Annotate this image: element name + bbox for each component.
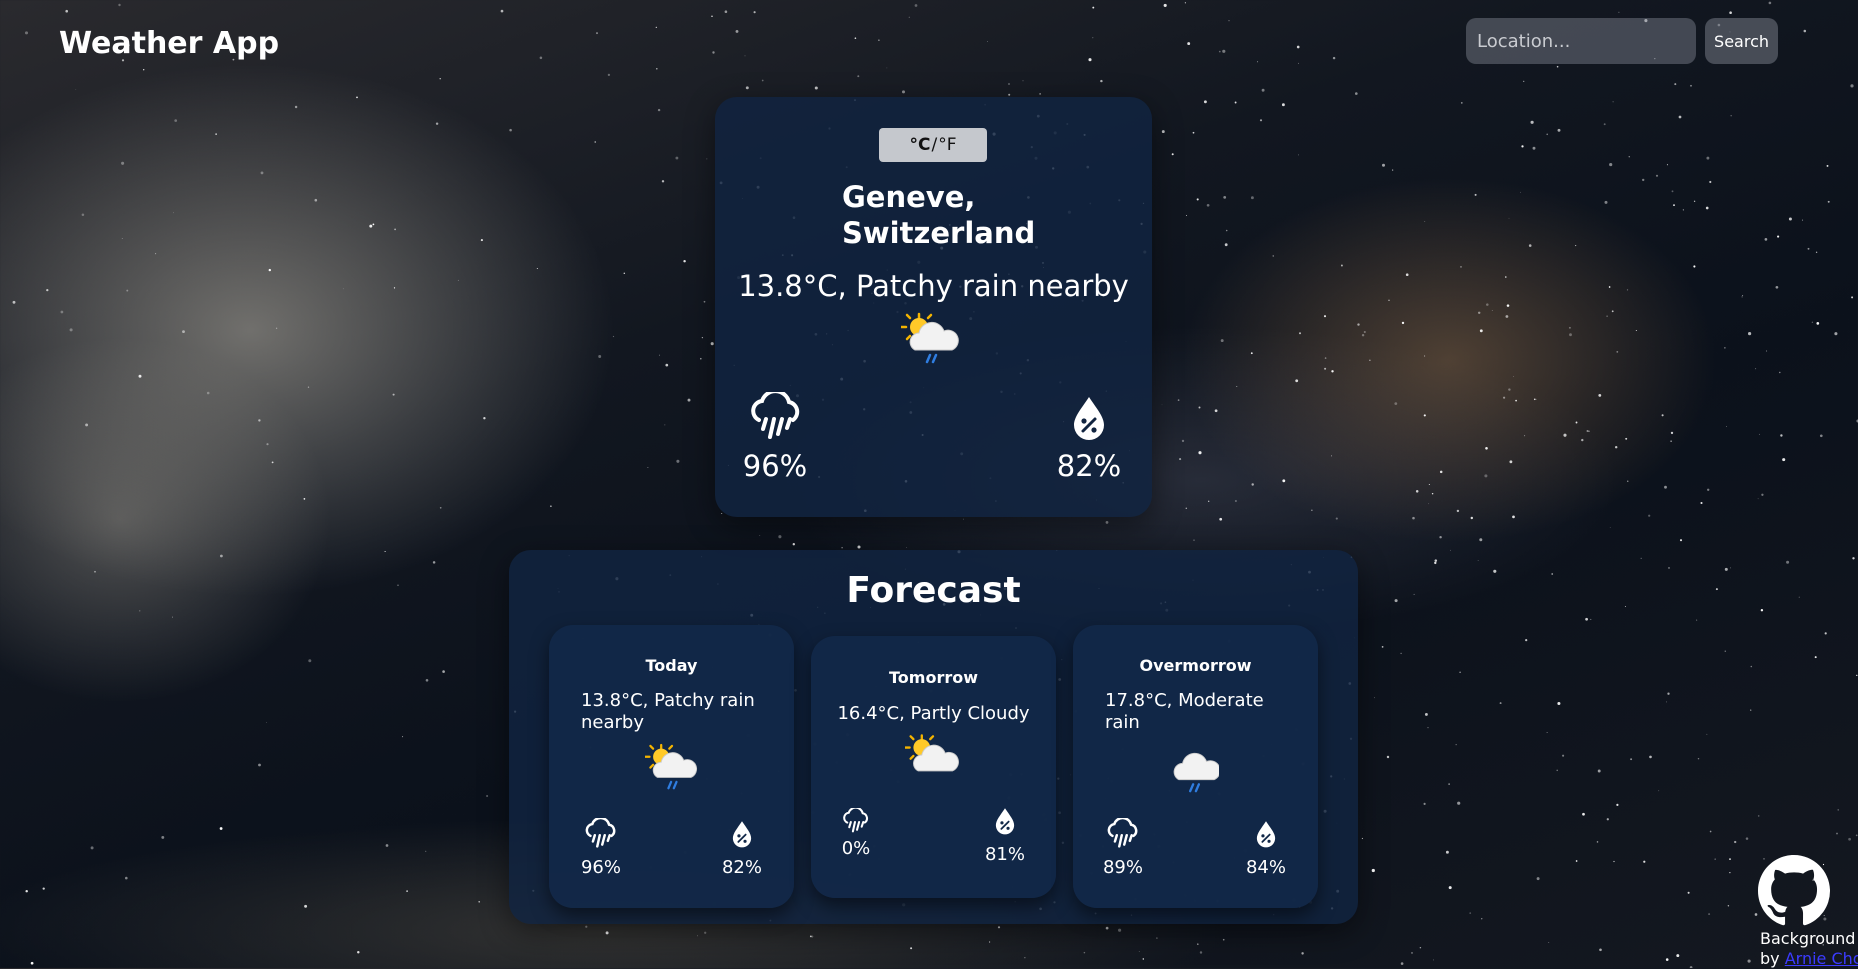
current-weather-card: °C / °F Geneve, Switzerland 13.8°C, Patchy…	[715, 97, 1152, 517]
day-summary: 16.4°C, Partly Cloudy	[837, 703, 1030, 724]
credit-prefix: by	[1760, 949, 1780, 968]
search-input[interactable]	[1466, 18, 1697, 64]
unit-toggle-button[interactable]: °C / °F	[879, 128, 987, 162]
unit-celsius: °C	[909, 135, 931, 155]
humidity-drop-icon	[1256, 821, 1276, 848]
day-summary: 17.8°C, Moderate rain	[1105, 690, 1264, 733]
current-summary: 13.8°C, Patchy rain nearby	[738, 269, 1129, 303]
credit-line: Background	[1760, 929, 1856, 948]
app-title: Weather App	[59, 26, 280, 61]
location-name: Geneve, Switzerland	[842, 180, 1036, 250]
forecast-day-card: Tomorrow 16.4°C, Partly Cloudy 0% 81%	[811, 636, 1056, 898]
chance-of-rain-value: 96%	[742, 449, 808, 483]
sun-cloud-rain-icon	[645, 743, 697, 790]
humidity-drop-icon	[995, 808, 1015, 835]
day-name: Tomorrow	[889, 668, 978, 687]
humidity-drop-icon	[1074, 397, 1104, 440]
forecast-day-card: Today 13.8°C, Patchy rain nearby 96% 82%	[549, 625, 794, 908]
background-credit: Background by Arnie Chou	[1760, 929, 1858, 969]
search-bar: Search	[1466, 18, 1778, 64]
unit-separator: /	[931, 135, 938, 155]
unit-fahrenheit: °F	[938, 135, 957, 155]
rain-cloud-icon	[1107, 818, 1138, 848]
day-humidity: 81%	[984, 844, 1025, 865]
credit-byline: by Arnie Chou	[1760, 949, 1858, 969]
sun-cloud-rain-icon	[901, 312, 959, 364]
cloud-rain-icon	[1173, 752, 1219, 793]
rain-cloud-icon	[751, 392, 800, 439]
forecast-card: Forecast Today 13.8°C, Patchy rain nearb…	[509, 550, 1358, 924]
forecast-title: Forecast	[846, 570, 1021, 611]
rain-cloud-icon	[585, 818, 616, 848]
day-humidity: 82%	[721, 857, 762, 878]
sun-cloud-icon	[905, 734, 959, 772]
day-chance-of-rain: 89%	[1102, 857, 1143, 878]
github-icon[interactable]	[1758, 855, 1830, 927]
day-chance-of-rain: 96%	[580, 857, 621, 878]
humidity-drop-icon	[732, 821, 752, 848]
day-chance-of-rain: 0%	[841, 838, 871, 859]
forecast-day-card: Overmorrow 17.8°C, Moderate rain 89% 84%	[1073, 625, 1318, 908]
rain-cloud-icon	[843, 808, 868, 833]
search-button[interactable]: Search	[1705, 18, 1778, 64]
day-humidity: 84%	[1245, 857, 1286, 878]
humidity-value: 82%	[1056, 449, 1122, 483]
day-name: Overmorrow	[1139, 656, 1252, 675]
day-summary: 13.8°C, Patchy rain nearby	[581, 690, 755, 733]
photographer-link[interactable]: Arnie Chou	[1785, 949, 1858, 968]
day-name: Today	[645, 656, 698, 675]
